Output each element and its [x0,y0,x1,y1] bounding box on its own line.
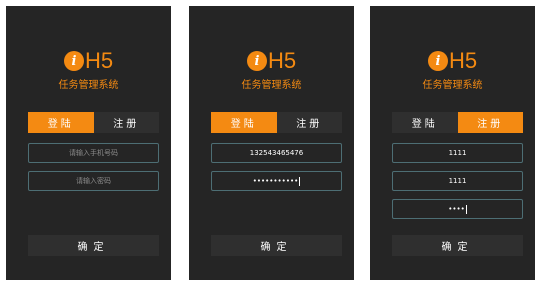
tab-register[interactable]: 注册 [457,112,523,133]
app-subtitle: 任务管理系统 [58,80,119,91]
auth-tabs: 登陆 注册 [28,112,159,133]
phone-value: 1111 [448,149,467,157]
phone-screen-login-filled: i H5 任务管理系统 登陆 注册 132543465476 •••••••••… [189,6,354,280]
confirm-password-value: •••• [448,205,465,213]
confirm-button[interactable]: 确定 [392,235,523,256]
password-input[interactable]: ••••••••••• [211,171,342,191]
confirm-password-input[interactable]: •••• [392,199,523,219]
info-logo-icon: i [246,51,267,71]
tab-register[interactable]: 注册 [276,112,342,133]
confirm-button[interactable]: 确定 [211,235,342,256]
app-subtitle: 任务管理系统 [241,80,302,91]
app-logo: i H5 任务管理系统 [189,48,354,92]
info-logo-icon: i [427,51,448,71]
phone-screen-register: i H5 任务管理系统 登陆 注册 1111 1111 •••• 确定 [370,6,535,280]
password-value: ••••••••••• [252,177,299,185]
phone-value: 132543465476 [249,149,304,157]
password-input[interactable]: 1111 [392,171,523,191]
tab-login[interactable]: 登陆 [211,112,277,133]
logo-text: H5 [448,48,478,73]
password-input[interactable]: 请输入密码 [28,171,159,191]
phone-input[interactable]: 请输入手机号码 [28,143,159,163]
logo-text: H5 [267,48,297,73]
logo-text: H5 [84,48,114,73]
password-value: 1111 [448,177,467,185]
auth-tabs: 登陆 注册 [392,112,523,133]
phone-screen-login-empty: i H5 任务管理系统 登陆 注册 请输入手机号码 请输入密码 确定 [6,6,171,280]
app-logo: i H5 任务管理系统 [6,48,171,92]
phone-input[interactable]: 1111 [392,143,523,163]
confirm-button[interactable]: 确定 [28,235,159,256]
tab-register[interactable]: 注册 [93,112,159,133]
app-subtitle: 任务管理系统 [422,80,483,91]
auth-tabs: 登陆 注册 [211,112,342,133]
tab-login[interactable]: 登陆 [28,112,94,133]
tab-login[interactable]: 登陆 [392,112,458,133]
phone-input[interactable]: 132543465476 [211,143,342,163]
info-logo-icon: i [63,51,84,71]
text-caret [465,204,467,214]
text-caret [299,176,301,186]
app-logo: i H5 任务管理系统 [370,48,535,92]
